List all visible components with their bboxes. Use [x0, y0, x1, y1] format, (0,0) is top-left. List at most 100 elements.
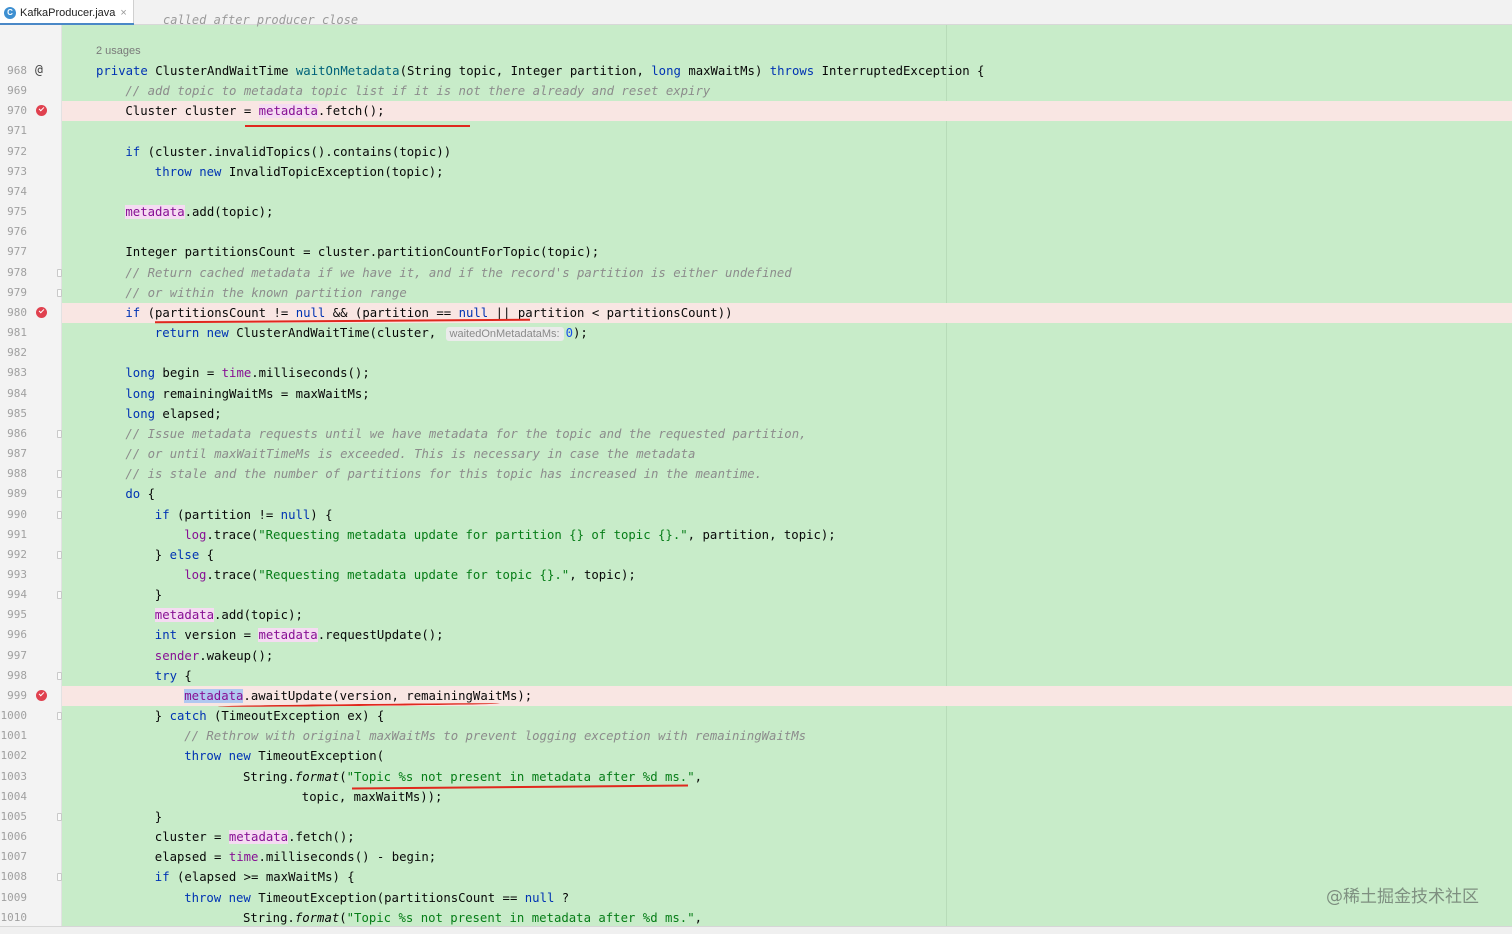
code-text[interactable]: throw new InvalidTopicException(topic); — [155, 162, 444, 182]
line-number[interactable]: 996 — [0, 625, 27, 645]
code-line[interactable]: 1006 cluster = metadata.fetch(); — [0, 827, 1512, 847]
line-number[interactable]: 1001 — [0, 726, 28, 746]
line-number[interactable]: 971 — [0, 121, 27, 141]
code-text[interactable]: sender.wakeup(); — [155, 646, 273, 666]
code-line[interactable]: 986 // Issue metadata requests until we h… — [0, 424, 1512, 444]
override-marker-icon[interactable]: @ — [35, 61, 43, 81]
breakpoint-icon[interactable] — [36, 306, 47, 318]
line-number[interactable]: 968 — [0, 61, 27, 81]
code-text[interactable]: log.trace("Requesting metadata update fo… — [184, 525, 836, 545]
line-number[interactable]: 1006 — [0, 827, 28, 847]
code-text[interactable]: String.format("Topic %s not present in m… — [243, 908, 702, 928]
line-number[interactable]: 995 — [0, 605, 27, 625]
fold-marker-icon[interactable] — [57, 470, 62, 479]
fold-marker-icon[interactable] — [57, 812, 62, 821]
code-line[interactable]: 976 — [0, 222, 1512, 242]
close-tab-icon[interactable]: × — [120, 7, 126, 19]
code-line[interactable]: 995 metadata.add(topic); — [0, 605, 1512, 625]
code-text[interactable]: topic, maxWaitMs)); — [302, 787, 443, 807]
code-text[interactable]: // add topic to metadata topic list if i… — [125, 81, 710, 101]
line-number[interactable]: 977 — [0, 242, 27, 262]
code-text[interactable]: do { — [125, 484, 155, 504]
code-text[interactable]: cluster = metadata.fetch(); — [155, 827, 355, 847]
tab-kafkaproducer-java[interactable]: C KafkaProducer.java × — [0, 0, 134, 25]
code-text[interactable]: } catch (TimeoutException ex) { — [155, 706, 385, 726]
code-line[interactable]: 988 // is stale and the number of partiti… — [0, 464, 1512, 484]
line-number[interactable]: 978 — [0, 263, 27, 283]
code-text[interactable]: if (elapsed >= maxWaitMs) { — [155, 867, 355, 887]
line-number[interactable]: 984 — [0, 384, 27, 404]
code-text[interactable]: throw new TimeoutException(partitionsCou… — [184, 888, 569, 908]
code-text[interactable]: elapsed = time.milliseconds() - begin; — [155, 847, 436, 867]
code-text[interactable]: // or within the known partition range — [125, 283, 406, 303]
code-line[interactable]: 1001 // Rethrow with original maxWaitMs t… — [0, 726, 1512, 746]
code-line[interactable]: 1005} — [0, 807, 1512, 827]
code-line[interactable]: 968 @ private ClusterAndWaitTime waitOnMet… — [0, 61, 1512, 81]
code-text[interactable]: try { — [155, 666, 192, 686]
code-text[interactable]: throw new TimeoutException( — [184, 746, 384, 766]
line-number[interactable]: 989 — [0, 484, 27, 504]
line-number[interactable]: 970 — [0, 101, 27, 121]
code-line[interactable]: 997 sender.wakeup(); — [0, 646, 1512, 666]
code-text[interactable]: } — [155, 585, 162, 605]
line-number[interactable]: 987 — [0, 444, 27, 464]
code-line[interactable]: 996 int version = metadata.requestUpdate(… — [0, 625, 1512, 645]
code-line[interactable]: 992} else { — [0, 545, 1512, 565]
code-line[interactable]: 993 log.trace("Requesting metadata update… — [0, 565, 1512, 585]
code-text[interactable]: metadata.add(topic); — [154, 605, 303, 625]
code-line[interactable]: 1007 elapsed = time.milliseconds() - begi… — [0, 847, 1512, 867]
line-number[interactable]: 973 — [0, 162, 27, 182]
code-line[interactable]: 972 if (cluster.invalidTopics().contains(… — [0, 142, 1512, 162]
line-number[interactable]: 1007 — [0, 847, 28, 867]
code-line[interactable]: 1010 String.format("Topic %s not present … — [0, 908, 1512, 928]
fold-marker-icon[interactable] — [57, 671, 62, 680]
code-text[interactable]: long begin = time.milliseconds(); — [125, 363, 369, 383]
line-number[interactable]: 1010 — [0, 908, 28, 928]
fold-marker-icon[interactable] — [57, 268, 62, 277]
line-number[interactable]: 1009 — [0, 888, 28, 908]
line-number[interactable]: 1002 — [0, 746, 28, 766]
code-text[interactable]: Integer partitionsCount = cluster.partit… — [125, 242, 599, 262]
fold-marker-icon[interactable] — [57, 712, 62, 721]
fold-marker-icon[interactable] — [57, 550, 62, 559]
code-text[interactable]: // is stale and the number of partitions… — [125, 464, 762, 484]
code-text[interactable]: } — [155, 807, 162, 827]
fold-marker-icon[interactable] — [57, 510, 62, 519]
usages-hint[interactable]: 2 usages — [96, 42, 141, 60]
line-number[interactable]: 990 — [0, 505, 27, 525]
code-text[interactable]: metadata.add(topic); — [125, 202, 273, 222]
code-line[interactable]: 969 // add topic to metadata topic list i… — [0, 81, 1512, 101]
line-number[interactable]: 972 — [0, 142, 27, 162]
line-number[interactable]: 1005 — [0, 807, 28, 827]
line-number[interactable]: 991 — [0, 525, 27, 545]
code-text[interactable]: log.trace("Requesting metadata update fo… — [184, 565, 636, 585]
code-line[interactable]: 975 metadata.add(topic); — [0, 202, 1512, 222]
line-number[interactable]: 1004 — [0, 787, 28, 807]
line-number[interactable]: 994 — [0, 585, 27, 605]
code-line[interactable]: 971 — [0, 121, 1512, 141]
code-line[interactable]: 1003 String.format("Topic %s not present … — [0, 767, 1512, 787]
code-text[interactable]: // Return cached metadata if we have it,… — [125, 263, 791, 283]
code-line[interactable]: 977 Integer partitionsCount = cluster.par… — [0, 242, 1512, 262]
fold-marker-icon[interactable] — [57, 288, 62, 297]
code-text[interactable]: if (cluster.invalidTopics().contains(top… — [125, 142, 451, 162]
fold-marker-icon[interactable] — [57, 873, 62, 882]
code-text[interactable]: // or until maxWaitTimeMs is exceeded. T… — [125, 444, 695, 464]
code-line[interactable]: 999 metadata.awaitUpdate(version, remaini… — [0, 685, 1512, 706]
code-text[interactable]: return new ClusterAndWaitTime(cluster, w… — [155, 323, 588, 343]
code-text[interactable]: int version = metadata.requestUpdate(); — [155, 625, 444, 645]
code-text[interactable]: long elapsed; — [125, 404, 221, 424]
code-text[interactable]: String.format("Topic %s not present in m… — [243, 767, 702, 787]
line-number[interactable]: 1008 — [0, 867, 28, 887]
line-number[interactable]: 975 — [0, 202, 27, 222]
code-line[interactable]: 998 try { — [0, 666, 1512, 686]
code-line[interactable]: 1009 throw new TimeoutException(partition… — [0, 888, 1512, 908]
code-line[interactable]: 987 // or until maxWaitTimeMs is exceeded… — [0, 444, 1512, 464]
code-line[interactable]: 984 long remainingWaitMs = maxWaitMs; — [0, 384, 1512, 404]
code-line[interactable]: 990 if (partition != null) { — [0, 505, 1512, 525]
line-number[interactable]: 1003 — [0, 767, 28, 787]
code-line[interactable]: 989 do { — [0, 484, 1512, 504]
line-number[interactable]: 982 — [0, 343, 27, 363]
code-line[interactable]: 983 long begin = time.milliseconds(); — [0, 363, 1512, 383]
line-number[interactable]: 969 — [0, 81, 27, 101]
